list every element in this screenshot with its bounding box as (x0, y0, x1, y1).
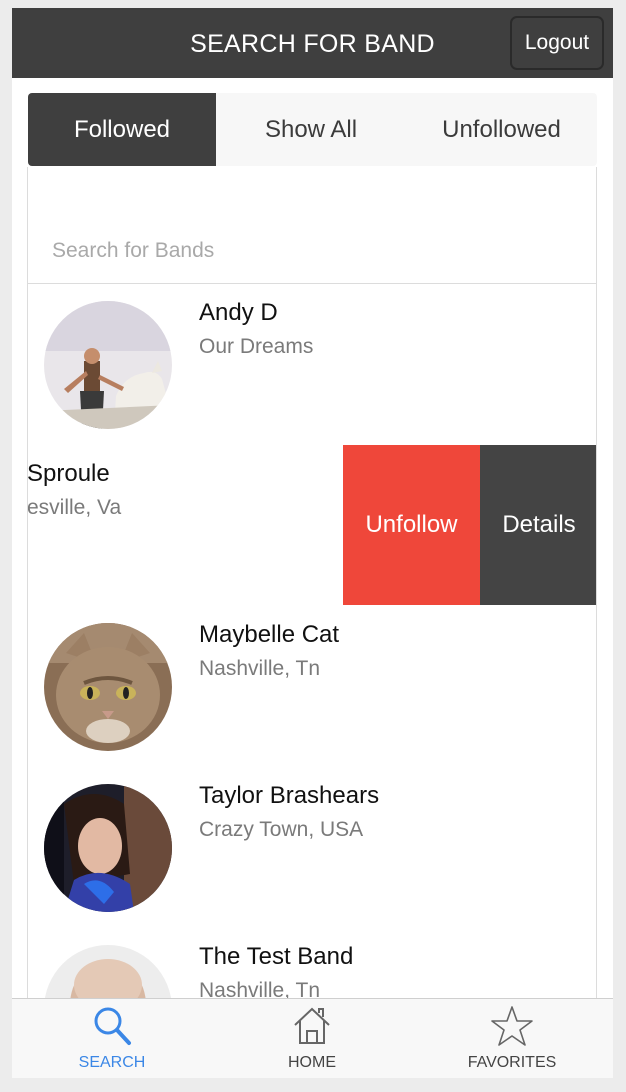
band-location: Our Dreams (199, 335, 314, 358)
header-bar: SEARCH FOR BAND Logout (12, 8, 613, 78)
home-icon (294, 1007, 330, 1044)
segment-unfollowed[interactable]: Unfollowed (406, 93, 597, 166)
tab-label: FAVORITES (467, 1054, 557, 1071)
band-location: Nashville, Tn (199, 979, 320, 998)
list-item[interactable]: Andy D Our Dreams (28, 284, 596, 446)
band-name: Andy D (199, 299, 278, 326)
segment-followed[interactable]: Followed (28, 93, 216, 166)
band-location: Crazy Town, USA (199, 818, 364, 841)
band-location: esville, Va (28, 496, 122, 519)
tab-favorites[interactable]: FAVORITES (412, 999, 612, 1078)
unfollow-button[interactable]: Unfollow (343, 445, 480, 605)
tab-search[interactable]: SEARCH (12, 999, 212, 1078)
details-button[interactable]: Details (480, 445, 596, 605)
avatar-bald-man (44, 945, 172, 998)
tab-label: SEARCH (78, 1054, 146, 1071)
avatar-man-on-horse (44, 301, 172, 429)
search-row (28, 167, 596, 284)
list-item-swiped[interactable]: Sproule esville, Va Unfollow Details (28, 445, 596, 607)
search-input[interactable] (52, 231, 572, 271)
filter-segmented-control: Followed Show All Unfollowed (28, 93, 597, 166)
band-name: Maybelle Cat (199, 621, 340, 648)
app-screen: SEARCH FOR BAND Logout Followed Show All… (12, 8, 613, 1078)
list-item[interactable]: Taylor Brashears Crazy Town, USA (28, 767, 596, 929)
segment-show-all[interactable]: Show All (216, 93, 406, 166)
list-item[interactable]: Maybelle Cat Nashville, Tn (28, 606, 596, 768)
band-name: Sproule (28, 460, 110, 487)
band-list: Andy D Our Dreams Sproule esville, Va Un… (27, 167, 597, 998)
band-name: Taylor Brashears (199, 782, 380, 809)
band-name: The Test Band (199, 943, 354, 970)
band-location: Nashville, Tn (199, 657, 320, 680)
tab-home[interactable]: HOME (212, 999, 412, 1078)
logout-button[interactable]: Logout (510, 16, 604, 70)
bottom-tab-bar: SEARCH HOME FAVORITES (12, 998, 613, 1078)
avatar-cat (44, 623, 172, 751)
tab-label: HOME (288, 1054, 336, 1071)
list-item[interactable]: The Test Band Nashville, Tn (28, 928, 596, 998)
avatar-woman (44, 784, 172, 912)
star-icon (491, 1006, 533, 1046)
search-icon (94, 1007, 131, 1045)
